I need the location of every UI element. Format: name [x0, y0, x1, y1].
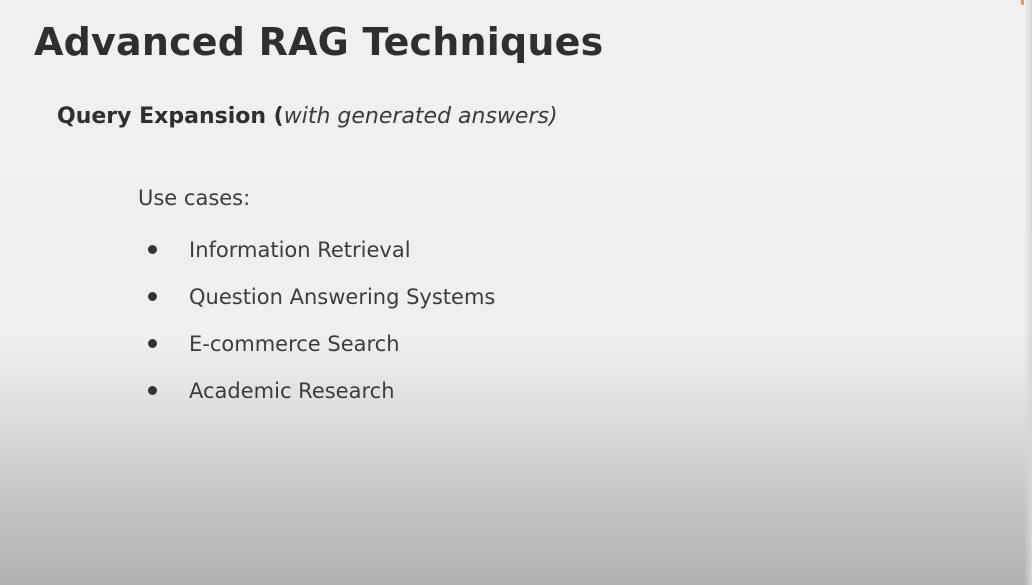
bullet-dot-icon	[148, 339, 157, 348]
bullet-dot-icon	[148, 245, 157, 254]
list-item: Academic Research	[148, 367, 495, 414]
slide-subtitle: Query Expansion (with generated answers)	[57, 104, 558, 129]
list-item-text: E-commerce Search	[189, 331, 400, 356]
use-cases-label: Use cases:	[138, 186, 251, 210]
slide-edge	[1024, 0, 1032, 585]
bullet-dot-icon	[148, 386, 157, 395]
list-item: E-commerce Search	[148, 320, 495, 367]
list-item-text: Academic Research	[189, 378, 395, 403]
slide-title: Advanced RAG Techniques	[34, 20, 604, 64]
subtitle-main: Query Expansion (	[57, 104, 284, 129]
list-item: Question Answering Systems	[148, 273, 495, 320]
list-item-text: Question Answering Systems	[189, 284, 496, 309]
bullet-dot-icon	[148, 292, 157, 301]
list-item-text: Information Retrieval	[189, 237, 411, 262]
corner-mark	[1021, 0, 1024, 5]
list-item: Information Retrieval	[148, 226, 495, 273]
subtitle-note: with generated answers)	[283, 104, 558, 129]
use-cases-list: Information Retrieval Question Answering…	[148, 226, 495, 414]
